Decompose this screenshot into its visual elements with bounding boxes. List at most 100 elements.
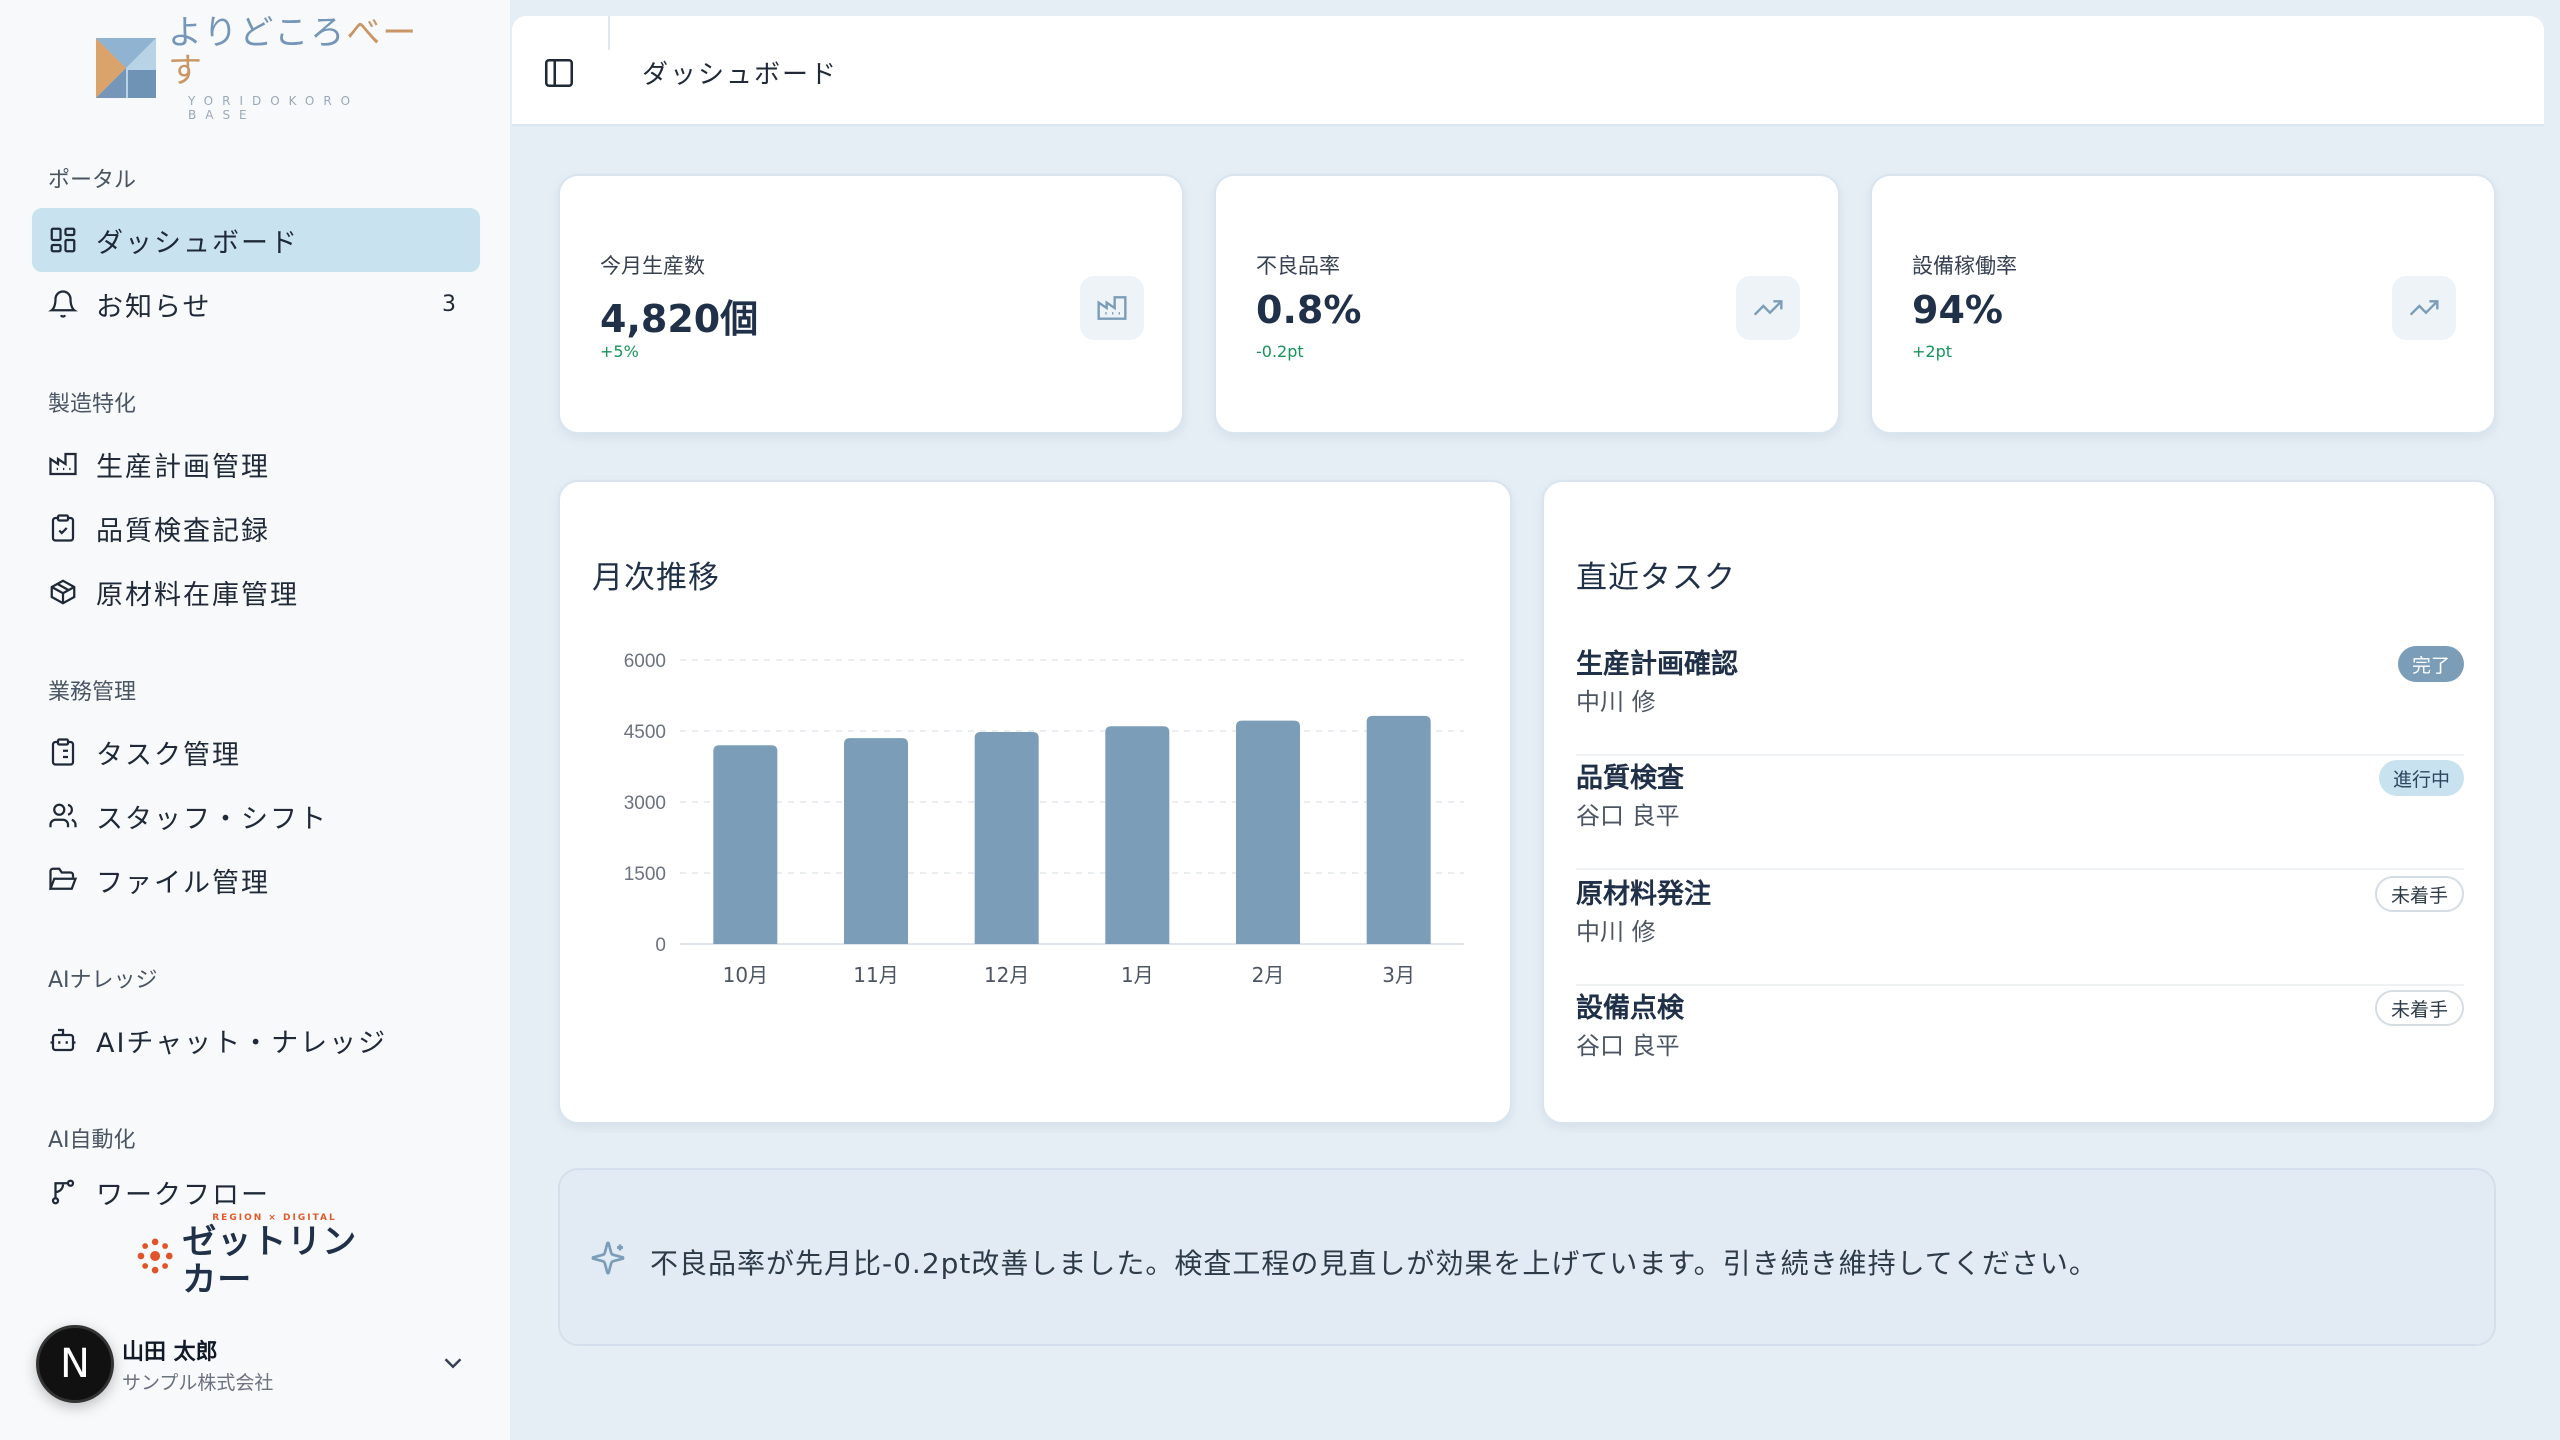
stat-delta: +5%	[600, 342, 639, 361]
stat-label: 不良品率	[1256, 254, 1340, 278]
chart-bar[interactable]	[1236, 720, 1300, 944]
header-divider	[608, 16, 610, 50]
task-item[interactable]: 設備点検 谷口 良平 未着手	[1576, 986, 2464, 1100]
task-item[interactable]: 生産計画確認 中川 修 完了	[1576, 642, 2464, 756]
ai-insight-banner: 不良品率が先月比-0.2pt改善しました。検査工程の見直しが効果を上げています。…	[558, 1168, 2496, 1346]
sidebar-item-files[interactable]: ファイル管理	[32, 848, 480, 912]
user-company: サンプル株式会社	[122, 1371, 274, 1394]
sidebar-item-label: 原材料在庫管理	[96, 579, 299, 611]
section-label-manufacturing: 製造特化	[48, 392, 137, 417]
package-icon	[50, 579, 76, 605]
sidebar-item-label: 生産計画管理	[96, 451, 270, 483]
section-label-business: 業務管理	[48, 680, 137, 705]
x-tick-label: 3月	[1382, 963, 1415, 987]
status-badge: 未着手	[2374, 876, 2464, 912]
bell-icon	[48, 290, 78, 318]
sidebar-item-label: タスク管理	[96, 739, 241, 771]
chevron-down-icon	[444, 1358, 462, 1369]
x-tick-label: 2月	[1252, 963, 1285, 987]
notification-count-badge: 3	[442, 291, 458, 317]
sidebar-item-production-plan[interactable]: 生産計画管理	[32, 432, 480, 496]
sidebar-item-notices[interactable]: お知らせ 3	[32, 272, 480, 336]
chart-bar[interactable]	[713, 745, 778, 944]
stat-label: 設備稼働率	[1912, 254, 2017, 278]
brand-title: よりどころべーす	[168, 13, 419, 91]
page-title: ダッシュボード	[642, 60, 839, 90]
sidebar-item-dashboard[interactable]: ダッシュボード	[32, 208, 480, 272]
task-item[interactable]: 品質検査 谷口 良平 進行中	[1576, 756, 2464, 870]
status-badge: 未着手	[2374, 990, 2464, 1026]
top-header: ダッシュボード	[512, 16, 2544, 126]
chart-bar[interactable]	[974, 731, 1039, 944]
sidebar-item-quality-inspection[interactable]: 品質検査記録	[32, 496, 480, 560]
workflow-icon	[51, 1179, 75, 1205]
clipboard-list-icon	[51, 738, 75, 766]
stat-delta: -0.2pt	[1256, 342, 1304, 361]
monthly-bar-chart: 0 1500 3000 4500 6000 10月 11月 12月 1月 2月 3月	[624, 651, 1464, 987]
x-tick-label: 12月	[984, 963, 1029, 987]
partner-name: ゼットリンカー	[182, 1222, 358, 1300]
sparkles-icon	[591, 1241, 625, 1275]
stat-value: 4,820個	[600, 297, 759, 341]
sidebar-item-label: スタッフ・シフト	[96, 803, 328, 835]
dashboard-icon	[50, 227, 76, 253]
partner-logo-mark	[137, 1238, 173, 1274]
stat-card-uptime: 設備稼働率 94% +2pt	[1870, 174, 2496, 434]
y-tick-label: 4500	[624, 722, 666, 743]
sidebar-item-label: AIチャット・ナレッジ	[96, 1027, 388, 1059]
task-title: 品質検査	[1576, 763, 1684, 794]
trending-up-icon	[1753, 300, 1783, 316]
task-assignee: 中川 修	[1576, 688, 1656, 716]
y-tick-label: 1500	[624, 864, 666, 885]
section-label-ai-automation: AI自動化	[48, 1128, 136, 1153]
stat-card-defect-rate: 不良品率 0.8% -0.2pt	[1214, 174, 1840, 434]
status-badge: 進行中	[2378, 760, 2464, 796]
brand-logo[interactable]: よりどころべーす YORIDOKORO BASE	[94, 14, 424, 122]
user-menu[interactable]: N 山田 太郎 サンプル株式会社	[36, 1322, 476, 1406]
stat-icon-box	[2392, 276, 2456, 340]
sidebar-item-label: ダッシュボード	[96, 227, 299, 259]
y-tick-label: 0	[655, 935, 666, 956]
status-badge: 完了	[2397, 646, 2464, 682]
y-tick-label: 6000	[624, 651, 666, 672]
insight-message: 不良品率が先月比-0.2pt改善しました。検査工程の見直しが効果を上げています。…	[650, 1247, 2098, 1280]
factory-icon	[1097, 296, 1127, 320]
sidebar: よりどころべーす YORIDOKORO BASE ポータル ダッシュボード お知…	[0, 0, 510, 1440]
stat-icon-box	[1736, 276, 1800, 340]
trending-up-icon	[2409, 300, 2439, 316]
folder-icon	[48, 867, 78, 890]
partner-logo: REGION × DIGITAL ゼットリンカー	[136, 1213, 386, 1299]
x-tick-label: 10月	[723, 963, 768, 987]
task-item[interactable]: 原材料発注 中川 修 未着手	[1576, 872, 2464, 986]
chart-bar[interactable]	[1105, 726, 1170, 944]
sidebar-toggle-icon[interactable]	[542, 56, 576, 90]
task-title: 設備点検	[1576, 993, 1684, 1024]
brand-subtitle: YORIDOKORO BASE	[188, 94, 360, 122]
monthly-trend-panel: 月次推移 0 1500 3000 4500 6000 10月 11月 12月 1月 2月 3月	[558, 480, 1512, 1124]
chart-bar[interactable]	[844, 738, 908, 944]
sidebar-item-workflow[interactable]: ワークフロー	[32, 1168, 480, 1216]
task-title: 原材料発注	[1576, 879, 1711, 910]
brand-logo-mark	[96, 38, 156, 98]
stat-delta: +2pt	[1912, 342, 1953, 361]
x-tick-label: 1月	[1121, 963, 1154, 987]
stat-label: 今月生産数	[600, 254, 705, 278]
sidebar-item-material-inventory[interactable]: 原材料在庫管理	[32, 560, 480, 624]
users-icon	[49, 803, 77, 828]
section-label-portal: ポータル	[48, 168, 137, 193]
chart-bar[interactable]	[1366, 715, 1431, 944]
task-assignee: 谷口 良平	[1576, 1032, 1680, 1060]
task-title: 生産計画確認	[1576, 649, 1738, 680]
sidebar-item-tasks[interactable]: タスク管理	[32, 720, 480, 784]
clipboard-check-icon	[51, 514, 75, 542]
sidebar-item-staff-shift[interactable]: スタッフ・シフト	[32, 784, 480, 848]
panel-title: 直近タスク	[1576, 560, 1736, 596]
sidebar-item-label: 品質検査記録	[96, 515, 270, 547]
stat-value: 0.8%	[1256, 288, 1362, 332]
user-name: 山田 太郎	[122, 1339, 218, 1365]
task-assignee: 中川 修	[1576, 918, 1656, 946]
factory-icon	[49, 452, 77, 476]
stat-icon-box	[1080, 276, 1144, 340]
sidebar-item-ai-chat[interactable]: AIチャット・ナレッジ	[32, 1008, 480, 1072]
recent-tasks-panel: 直近タスク 生産計画確認 中川 修 完了 品質検査 谷口 良平 進行中 原材料発…	[1542, 480, 2496, 1124]
